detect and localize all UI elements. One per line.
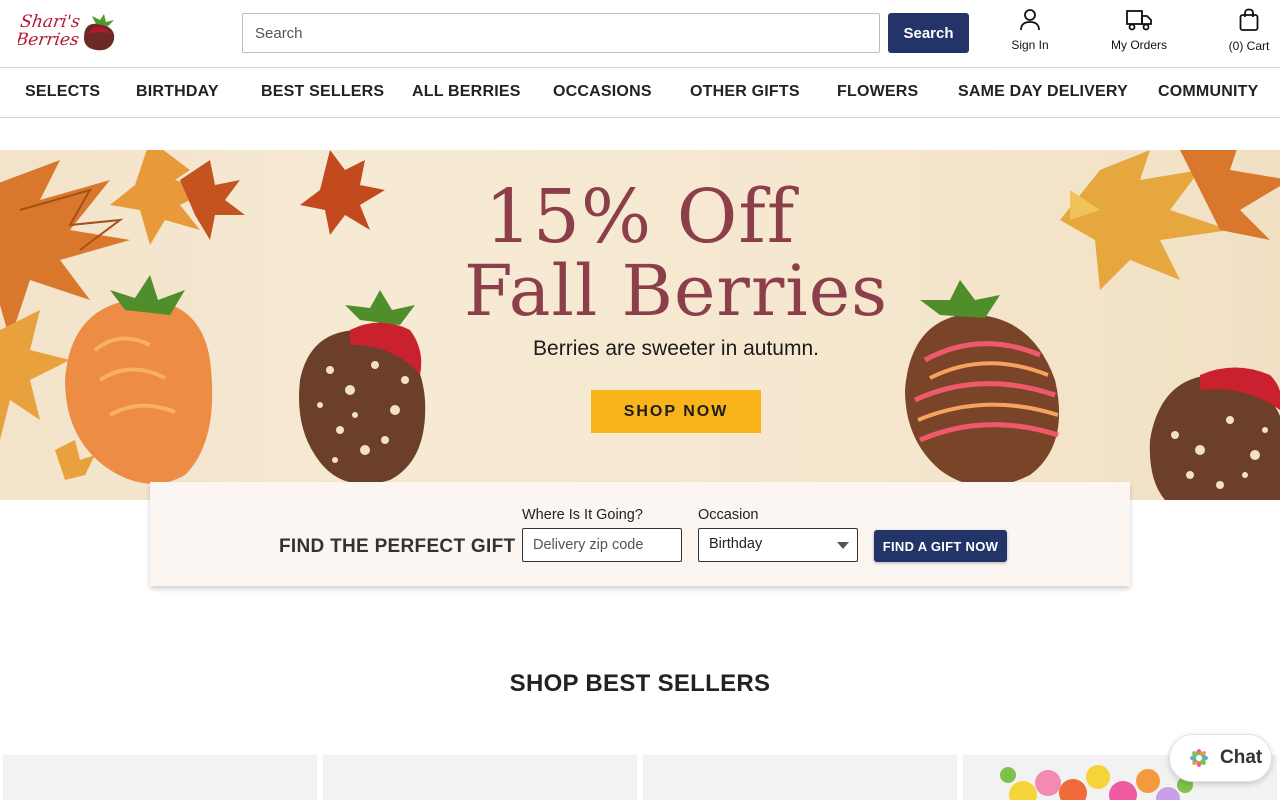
occasion-selected-value: Birthday [709,536,763,552]
chat-label: Chat [1220,747,1263,768]
nav-item-occasions[interactable]: OCCASIONS [553,83,652,101]
brand-logo[interactable]: Shari's Berries [13,10,120,52]
hero-banner[interactable]: 15% Off Fall Berries Berries are sweeter… [0,150,1280,500]
best-sellers-heading: SHOP BEST SELLERS [509,670,771,697]
svg-text:Shari's: Shari's [19,12,82,32]
nav-item-best-sellers[interactable]: BEST SELLERS [261,83,384,101]
my-orders-link[interactable]: My Orders [1104,8,1174,52]
caret-down-icon [837,542,849,549]
nav-item-birthday[interactable]: BIRTHDAY [136,83,219,101]
product-card[interactable] [3,755,317,800]
search-button[interactable]: Search [888,13,969,53]
chat-widget-button[interactable]: Chat [1169,734,1272,782]
gift-finder: FIND THE PERFECT GIFT Where Is It Going?… [150,482,1130,586]
svg-text:Berries: Berries [18,30,80,50]
zip-code-input[interactable] [522,528,682,562]
sign-in-link[interactable]: Sign In [1005,8,1055,52]
nav-item-same-day-delivery[interactable]: SAME DAY DELIVERY [958,83,1128,101]
cart-label: (0) Cart [1228,39,1270,53]
my-orders-label: My Orders [1110,38,1167,52]
occasion-label: Occasion [698,507,759,523]
occasion-select[interactable]: Birthday [698,528,858,562]
product-card[interactable] [643,755,957,800]
shari-berries-logo-icon: Shari's Berries [13,12,115,51]
hero-headline-line1: 15% Off [484,174,796,260]
nav-item-other-gifts[interactable]: OTHER GIFTS [690,83,800,101]
search-input[interactable] [242,13,880,53]
chat-flower-icon [1190,749,1208,767]
user-icon [1020,9,1040,31]
find-gift-button[interactable]: FIND A GIFT NOW [874,530,1007,562]
site-header: Shari's Berries Search Sign In My Orders… [0,0,1280,67]
truck-icon [1126,10,1152,31]
hero-headline-line2: Fall Berries [463,250,889,332]
sign-in-label: Sign In [1011,38,1049,52]
nav-item-flowers[interactable]: FLOWERS [837,83,918,101]
cart-link[interactable]: (0) Cart [1222,8,1276,53]
main-nav: SELECTS BIRTHDAY BEST SELLERS ALL BERRIE… [0,67,1280,118]
nav-item-all-berries[interactable]: ALL BERRIES [412,83,521,101]
shopping-bag-icon [1239,8,1259,31]
nav-item-community[interactable]: COMMUNITY [1158,83,1258,101]
zip-label: Where Is It Going? [522,507,643,523]
nav-item-selects[interactable]: SELECTS [25,83,100,101]
gift-finder-title: FIND THE PERFECT GIFT [279,536,516,557]
shop-now-button[interactable]: SHOP NOW [591,390,761,433]
hero-subheadline: Berries are sweeter in autumn. [533,337,819,360]
product-card[interactable] [323,755,637,800]
